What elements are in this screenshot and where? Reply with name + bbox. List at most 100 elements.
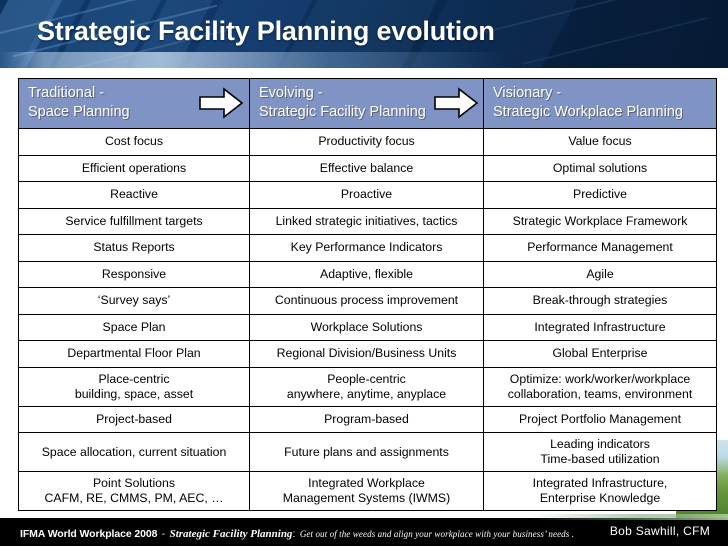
matrix-cell: Integrated Workplace Management Systems (… (249, 471, 484, 511)
matrix-cell: Strategic Workplace Framework (483, 207, 717, 235)
matrix-cell: Space allocation, current situation (18, 432, 250, 472)
matrix-cell: Workplace Solutions (249, 313, 484, 341)
matrix-row: Efficient operations Effective balance Opt… (18, 154, 717, 182)
slide-canvas: Strategic Facility Planning evolution Tr… (0, 0, 728, 546)
cell-line1: Departmental Floor Plan (67, 346, 201, 361)
matrix-cell: Program-based (249, 405, 484, 433)
matrix-row: Place-centric building, space, asset Peopl… (18, 366, 717, 407)
cell-line1: Performance Management (527, 240, 673, 255)
cell-line2: Management Systems (IWMS) (282, 491, 451, 505)
footer-green-fade (528, 514, 728, 520)
matrix-cell: Break-through strategies (483, 287, 717, 315)
matrix-cell: Responsive (18, 260, 250, 288)
matrix-cell: Departmental Floor Plan (18, 340, 250, 368)
cell-line1: Program-based (324, 411, 409, 426)
matrix-column-header-2: Evolving - Strategic Facility Planning (249, 78, 484, 129)
cell-line1: Responsive (101, 266, 167, 281)
footer-citation: IFMA World Workplace 2008 - Strategic Fa… (20, 524, 574, 542)
cell-line1: Integrated Infrastructure (534, 319, 666, 334)
matrix-cell: Productivity focus (249, 128, 484, 156)
cell-line1: Optimize: work/worker/workplace (509, 371, 691, 386)
matrix-row: ‘Survey says’ Continuous process improvem… (18, 287, 717, 315)
cell-line1: Project Portfolio Management (519, 411, 681, 426)
matrix-cell: Point Solutions CAFM, RE, CMMS, PM, AEC, … (18, 471, 250, 511)
header-bottom-glow (0, 52, 728, 68)
footer-colon: : (292, 528, 296, 540)
cell-line1: Leading indicators (550, 437, 650, 451)
footer-presenter: Bob Sawhill, CFM (609, 524, 710, 538)
cell-line1: Integrated Workplace (308, 476, 425, 490)
cell-line2: anywhere, anytime, anyplace (286, 386, 447, 401)
cell-line1: Break-through strategies (532, 293, 668, 308)
matrix-row: Departmental Floor Plan Regional Division… (18, 340, 717, 368)
matrix-cell: Continuous process improvement (249, 287, 484, 315)
matrix-header-row: Traditional - Space Planning Evolving - Str… (18, 78, 717, 129)
matrix-cell: Predictive (483, 181, 717, 209)
slide-footer: IFMA World Workplace 2008 - Strategic Fa… (0, 514, 728, 546)
cell-line1: Service fulfillment targets (65, 213, 203, 228)
cell-line1: Proactive (340, 187, 393, 202)
matrix-cell: Adaptive, flexible (249, 260, 484, 288)
matrix-row: Reactive Proactive Predictive (18, 181, 717, 209)
cell-line1: Future plans and assignments (284, 444, 449, 459)
matrix-cell: Future plans and assignments (249, 432, 484, 472)
cell-line1: Optimal solutions (552, 160, 648, 175)
matrix-cell: Optimal solutions (483, 154, 717, 182)
cell-line2: CAFM, RE, CMMS, PM, AEC, … (44, 491, 224, 505)
cell-line1: Effective balance (319, 160, 414, 175)
cell-line1: Continuous process improvement (274, 293, 459, 308)
matrix-cell: People-centric anywhere, anytime, anyplac… (249, 366, 484, 407)
cell-line1: Workplace Solutions (310, 319, 423, 334)
matrix-cell: Integrated Infrastructure, Enterprise Kno… (483, 471, 717, 511)
matrix-cell: Place-centric building, space, asset (18, 366, 250, 407)
cell-line2: Time-based utilization (540, 452, 660, 466)
matrix-row: Status Reports Key Performance Indicators… (18, 234, 717, 262)
matrix-cell: Cost focus (18, 128, 250, 156)
cell-line2: collaboration, teams, environment (507, 386, 693, 401)
cell-line1: Space Plan (102, 319, 166, 334)
cell-line1: Integrated Infrastructure, (532, 476, 668, 490)
cell-line1: Cost focus (104, 134, 164, 149)
cell-line1: Point Solutions (92, 476, 176, 490)
matrix-column-header-1: Traditional - Space Planning (18, 78, 250, 129)
matrix-cell: Integrated Infrastructure (483, 313, 717, 341)
cell-line1: Space allocation, current situation (41, 444, 227, 459)
matrix-cell: Effective balance (249, 154, 484, 182)
matrix-cell: Optimize: work/worker/workplace collabora… (483, 366, 717, 407)
cell-line2: building, space, asset (74, 386, 194, 401)
cell-line1: Value focus (568, 134, 632, 149)
matrix-cell: Leading indicators Time-based utilization (483, 432, 717, 472)
cell-line1: Regional Division/Business Units (276, 346, 457, 361)
matrix-cell: Efficient operations (18, 154, 250, 182)
matrix-cell: Project Portfolio Management (483, 405, 717, 433)
matrix-row: Service fulfillment targets Linked strate… (18, 207, 717, 235)
column-header-line2: Space Planning (28, 104, 130, 120)
cell-line1: Key Performance Indicators (290, 240, 443, 255)
matrix-cell: Status Reports (18, 234, 250, 262)
cell-line1: Global Enterprise (552, 346, 648, 361)
footer-topic: Strategic Facility Planning (169, 528, 293, 540)
column-header-line1: Visionary - (493, 85, 562, 102)
matrix-row: Point Solutions CAFM, RE, CMMS, PM, AEC, … (18, 471, 717, 511)
matrix-cell: Key Performance Indicators (249, 234, 484, 262)
cell-line1: Project-based (96, 411, 172, 426)
matrix-row: Space allocation, current situation Futur… (18, 432, 717, 472)
column-header-line2: Strategic Workplace Planning (493, 104, 683, 120)
matrix-row: Responsive Adaptive, flexible Agile (18, 260, 717, 288)
matrix-row: Cost focus Productivity focus Value focus (18, 128, 717, 156)
matrix-cell: Proactive (249, 181, 484, 209)
matrix-column-header-3: Visionary - Strategic Workplace Planning (483, 78, 717, 129)
cell-line1: People-centric (327, 371, 406, 386)
column-header-line2: Strategic Facility Planning (259, 104, 426, 120)
planning-evolution-matrix: Traditional - Space Planning Evolving - Str… (18, 78, 717, 511)
cell-line1: Reactive (110, 187, 158, 202)
matrix-cell: ‘Survey says’ (18, 287, 250, 315)
column-header-line1: Traditional - (28, 85, 105, 102)
matrix-row: Space Plan Workplace Solutions Integrated … (18, 313, 717, 341)
cell-line1: Adaptive, flexible (320, 266, 413, 281)
footer-separator: - (161, 529, 166, 540)
cell-line1: Efficient operations (81, 160, 187, 175)
column-header-line1: Evolving - (259, 85, 323, 102)
cell-line1: Linked strategic initiatives, tactics (275, 213, 458, 228)
matrix-cell: Global Enterprise (483, 340, 717, 368)
